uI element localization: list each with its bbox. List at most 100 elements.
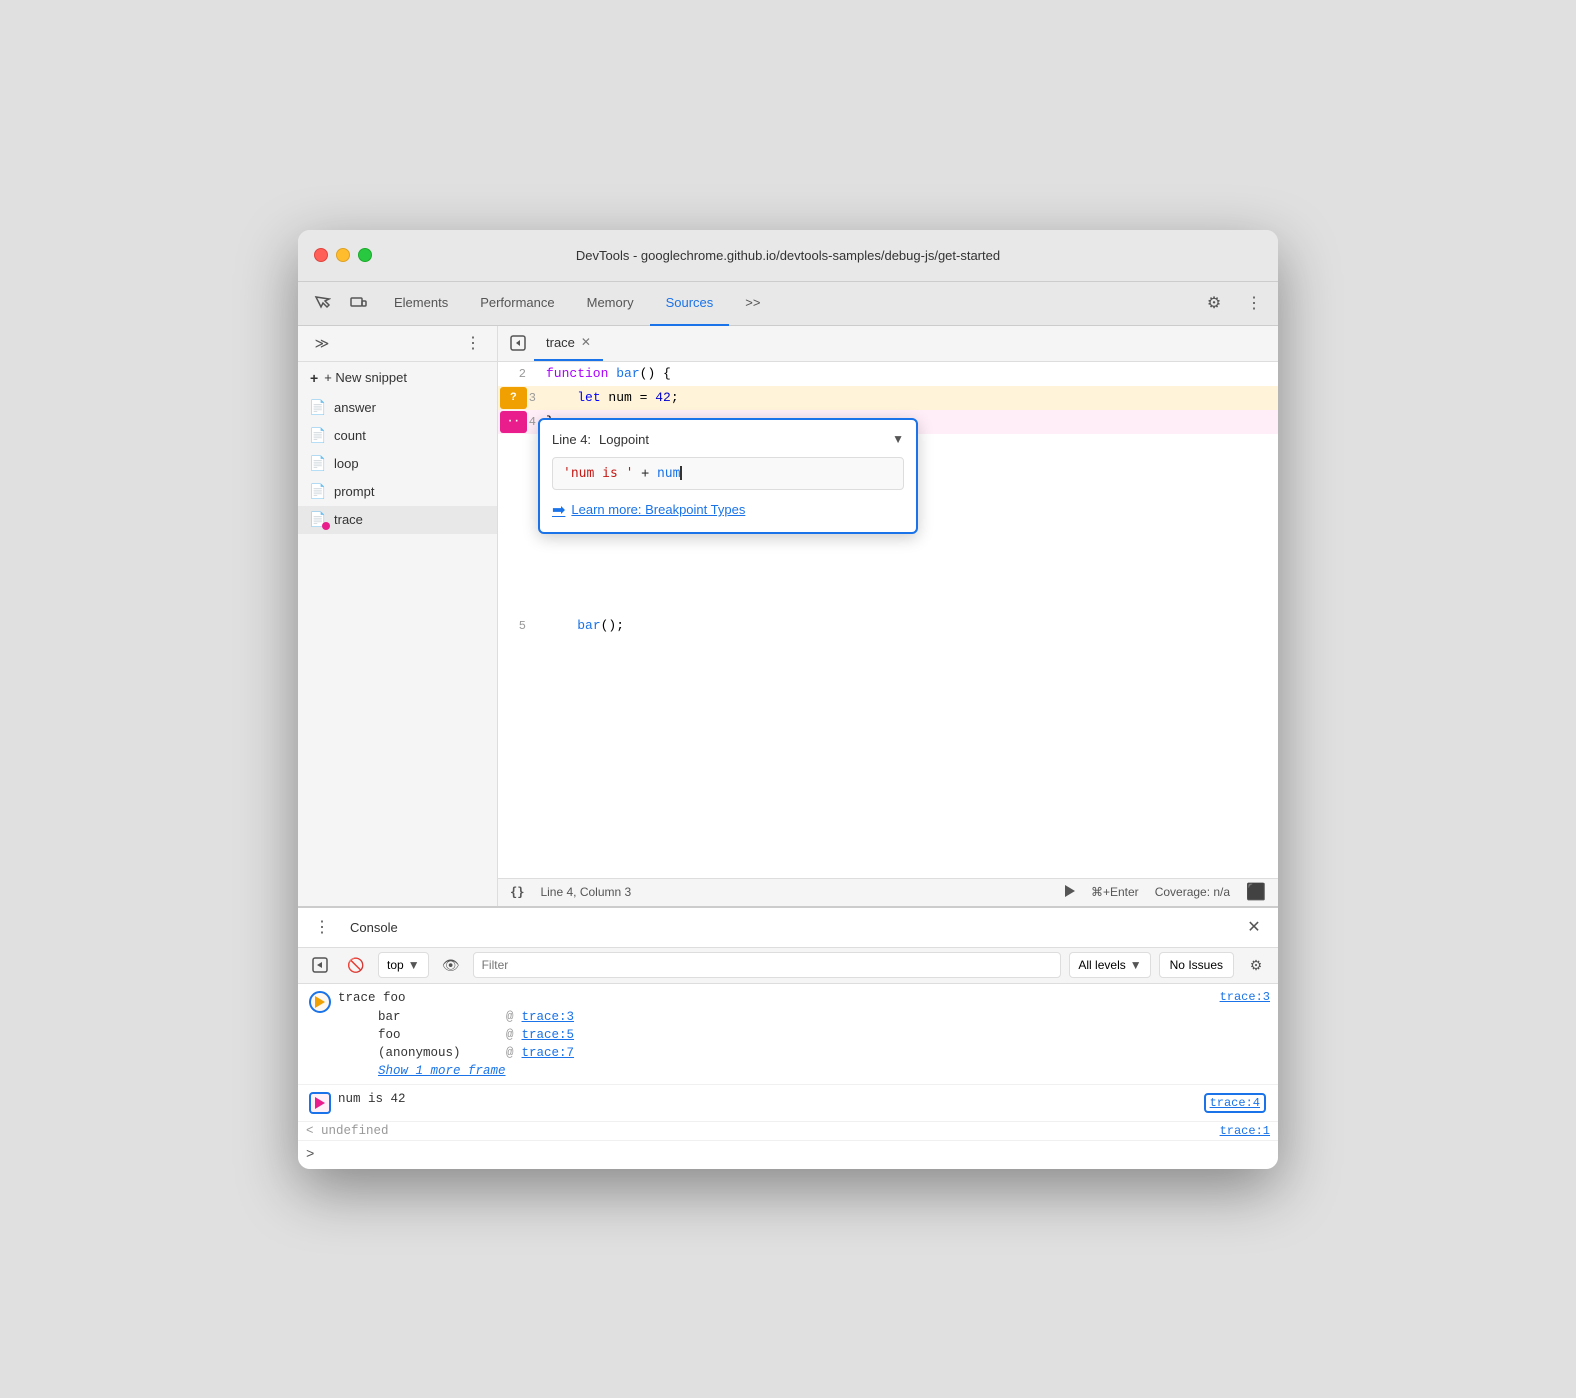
- close-tab-icon[interactable]: ✕: [581, 335, 591, 349]
- eye-icon[interactable]: 👁: [437, 951, 465, 979]
- play-icon: [1065, 885, 1075, 900]
- plus-icon: +: [310, 370, 318, 386]
- tab-memory[interactable]: Memory: [571, 282, 650, 326]
- console-prompt[interactable]: >: [298, 1141, 1278, 1169]
- line-content-5: bar();: [538, 614, 1278, 638]
- logpoint-popup: Line 4: Logpoint ▼ 'num is ' + num ➡ Lea…: [538, 418, 918, 534]
- log-level-selector[interactable]: All levels ▼: [1069, 952, 1150, 978]
- logpoint-input-wrapper: 'num is ' + num: [552, 457, 904, 490]
- sidebar-item-count[interactable]: 📄 count: [298, 422, 497, 450]
- editor-tab-trace[interactable]: trace ✕: [534, 325, 603, 361]
- trace-anon-link[interactable]: trace:7: [522, 1046, 575, 1060]
- sidebar-item-loop[interactable]: 📄 loop: [298, 450, 497, 478]
- devtools-window: DevTools - googlechrome.github.io/devtoo…: [298, 230, 1278, 1169]
- console-more-icon[interactable]: ⋮: [306, 911, 338, 943]
- console-entry-trace: trace foo trace:3 bar @ trace:3 foo @ tr…: [298, 984, 1278, 1085]
- trace-location-3[interactable]: trace:3: [1220, 990, 1270, 1004]
- trace-bar-link[interactable]: trace:3: [522, 1010, 575, 1024]
- console-content: trace foo trace:3 bar @ trace:3 foo @ tr…: [298, 984, 1278, 1169]
- settings-icon[interactable]: ⚙: [1198, 287, 1230, 319]
- more-options-icon[interactable]: ⋮: [1238, 287, 1270, 319]
- file-icon-loop: 📄: [310, 456, 326, 472]
- code-lines-below: 5 bar();: [498, 614, 1278, 638]
- sidebar-more-icon[interactable]: ⋮: [457, 327, 489, 359]
- sidebar-back-icon[interactable]: ≫: [306, 327, 338, 359]
- tab-performance[interactable]: Performance: [464, 282, 570, 326]
- sidebar-item-answer[interactable]: 📄 answer: [298, 394, 497, 422]
- line-num-5: 5: [498, 614, 538, 638]
- sidebar-item-trace[interactable]: 📄 trace: [298, 506, 497, 534]
- logpoint-dot-indicator: [322, 522, 330, 530]
- trace-text: trace foo: [338, 988, 1220, 1008]
- coverage-icon: ⬛: [1246, 882, 1266, 902]
- logpoint-expression[interactable]: 'num is ' + num: [552, 457, 904, 490]
- code-area: 2 function bar() { ? 3 let num = 42;: [498, 362, 1278, 878]
- maximize-button[interactable]: [358, 248, 372, 262]
- logpoint-pink-icon: [309, 1092, 331, 1114]
- logpoint-location-4[interactable]: trace:4: [1204, 1093, 1266, 1113]
- devtools-body: ≫ ⋮ + + New snippet 📄 answer 📄 count 📄 l…: [298, 326, 1278, 906]
- run-script-icon[interactable]: [306, 951, 334, 979]
- settings-console-icon[interactable]: ⚙: [1242, 951, 1270, 979]
- trace-fn-foo: foo: [378, 1028, 498, 1042]
- trace-at-2: @: [506, 1028, 514, 1042]
- line-content-3: let num = 42;: [538, 386, 1278, 410]
- prompt-gt-icon: >: [306, 1147, 314, 1163]
- trace-stack-anon: (anonymous) @ trace:7: [338, 1044, 1270, 1062]
- line-num-4: ·· 4: [498, 410, 538, 434]
- console-header: ⋮ Console ✕: [298, 908, 1278, 948]
- filter-input[interactable]: [473, 952, 1062, 978]
- undefined-location[interactable]: trace:1: [1220, 1124, 1270, 1138]
- logpoint-output-text: num is 42: [338, 1089, 1270, 1109]
- file-icon-answer: 📄: [310, 400, 326, 416]
- close-button[interactable]: [314, 248, 328, 262]
- line-content-2: function bar() {: [538, 362, 1278, 386]
- minimize-button[interactable]: [336, 248, 350, 262]
- console-toolbar: 🚫 top ▼ 👁 All levels ▼ No Issues ⚙: [298, 948, 1278, 984]
- responsive-icon[interactable]: [342, 287, 374, 319]
- show-more-link[interactable]: Show 1 more frame: [338, 1062, 1270, 1080]
- logpoint-arrow-icon: [315, 1097, 325, 1109]
- context-selector[interactable]: top ▼: [378, 952, 429, 978]
- learn-more-link[interactable]: ➡ Learn more: Breakpoint Types: [552, 500, 904, 520]
- new-snippet-button[interactable]: + + New snippet: [298, 362, 497, 394]
- code-line-3: ? 3 let num = 42;: [498, 386, 1278, 410]
- console-entry-undefined: < undefined trace:1: [298, 1122, 1278, 1141]
- trace-foo-link[interactable]: trace:5: [522, 1028, 575, 1042]
- circle-arrow-icon: ➡: [552, 500, 565, 520]
- issues-button[interactable]: No Issues: [1159, 952, 1234, 978]
- trace-stack-foo: foo @ trace:5: [338, 1026, 1270, 1044]
- inspect-icon[interactable]: [306, 287, 338, 319]
- editor-tabs: trace ✕: [498, 326, 1278, 362]
- breakpoint-marker-3: ?: [500, 387, 527, 409]
- editor-back-icon[interactable]: [506, 331, 530, 355]
- trace-at-3: @: [506, 1046, 514, 1060]
- console-entry-logpoint: num is 42 trace:4: [298, 1085, 1278, 1122]
- trace-arrow-icon: [315, 996, 325, 1008]
- trace-at-1: @: [506, 1010, 514, 1024]
- tab-sources[interactable]: Sources: [650, 282, 730, 326]
- code-line-5: 5 bar();: [498, 614, 1278, 638]
- log-level-arrow: ▼: [1130, 958, 1142, 972]
- code-line-2: 2 function bar() {: [498, 362, 1278, 386]
- close-console-icon[interactable]: ✕: [1238, 911, 1270, 943]
- title-bar: DevTools - googlechrome.github.io/devtoo…: [298, 230, 1278, 282]
- status-bar: {} Line 4, Column 3 ⌘+Enter Coverage: n/…: [498, 878, 1278, 906]
- trace-header-row: trace foo trace:3: [338, 988, 1270, 1008]
- window-title: DevTools - googlechrome.github.io/devtoo…: [576, 248, 1000, 263]
- sidebar-item-prompt[interactable]: 📄 prompt: [298, 478, 497, 506]
- line-num-2: 2: [498, 362, 538, 386]
- logpoint-icon-wrapper: [306, 1089, 334, 1117]
- logpoint-type: Line 4: Logpoint: [552, 432, 649, 447]
- file-icon-count: 📄: [310, 428, 326, 444]
- clear-console-icon[interactable]: 🚫: [342, 951, 370, 979]
- trace-stack-bar: bar @ trace:3: [338, 1008, 1270, 1026]
- logpoint-popup-header: Line 4: Logpoint ▼: [552, 432, 904, 447]
- tab-elements[interactable]: Elements: [378, 282, 464, 326]
- line-num-3: ? 3: [498, 386, 538, 410]
- trace-content: trace foo trace:3 bar @ trace:3 foo @ tr…: [338, 988, 1270, 1080]
- sidebar-header: ≫ ⋮: [298, 326, 497, 362]
- type-dropdown-arrow[interactable]: ▼: [892, 432, 904, 446]
- traffic-lights: [314, 248, 372, 262]
- tab-more[interactable]: >>: [729, 282, 776, 326]
